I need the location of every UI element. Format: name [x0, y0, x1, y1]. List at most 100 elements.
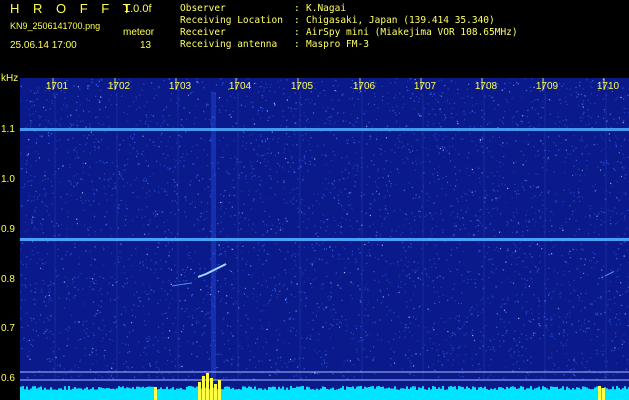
noise-speck	[385, 205, 387, 207]
noise-speck	[503, 111, 506, 113]
noise-speck	[453, 102, 456, 104]
noise-speck	[27, 153, 29, 155]
noise-speck	[93, 193, 95, 195]
band-bin	[608, 389, 610, 392]
noise-speck	[127, 137, 129, 139]
noise-speck	[312, 212, 314, 214]
noise-speck	[92, 322, 95, 325]
noise-speck	[458, 261, 461, 263]
noise-speck	[613, 117, 615, 120]
noise-speck	[21, 326, 23, 329]
noise-speck	[24, 231, 26, 233]
noise-speck	[120, 176, 122, 178]
noise-speck	[536, 243, 538, 245]
noise-speck	[618, 248, 620, 250]
noise-speck	[203, 298, 205, 300]
noise-speck	[130, 81, 132, 83]
noise-speck	[418, 101, 420, 103]
noise-speck	[95, 283, 97, 285]
band-bin	[476, 389, 478, 392]
noise-speck	[366, 143, 368, 145]
peak-bar	[198, 382, 201, 400]
noise-speck	[150, 114, 152, 116]
noise-speck	[146, 293, 148, 295]
noise-speck	[512, 282, 515, 284]
noise-speck	[622, 121, 624, 123]
noise-speck	[169, 354, 171, 356]
noise-speck	[97, 85, 99, 87]
noise-speck	[123, 272, 125, 274]
noise-speck	[342, 375, 344, 377]
noise-speck	[442, 138, 444, 140]
noise-speck	[293, 122, 296, 124]
noise-speck	[626, 306, 628, 308]
noise-speck	[224, 190, 226, 192]
noise-speck	[59, 364, 61, 366]
band-bin	[622, 388, 624, 392]
noise-speck	[463, 113, 465, 115]
noise-speck	[589, 102, 592, 104]
noise-speck	[484, 95, 486, 97]
noise-speck	[314, 372, 316, 374]
noise-speck	[453, 359, 455, 361]
noise-speck	[289, 192, 291, 194]
noise-speck	[507, 297, 509, 299]
noise-speck	[542, 334, 545, 336]
noise-speck	[154, 190, 156, 192]
noise-speck	[391, 161, 393, 163]
noise-speck	[101, 376, 103, 378]
noise-speck	[322, 258, 324, 261]
noise-speck	[576, 362, 578, 364]
noise-speck	[32, 100, 34, 103]
noise-speck	[274, 372, 276, 375]
peak-bar	[218, 380, 221, 400]
noise-speck	[540, 191, 543, 193]
noise-speck	[465, 199, 467, 201]
noise-speck	[137, 305, 139, 307]
noise-speck	[604, 311, 606, 314]
noise-speck	[231, 283, 233, 285]
noise-speck	[144, 291, 146, 293]
noise-speck	[41, 288, 43, 290]
noise-speck	[513, 251, 515, 253]
noise-speck	[386, 274, 388, 276]
noise-speck	[31, 219, 33, 221]
noise-speck	[32, 216, 34, 218]
noise-speck	[42, 180, 44, 182]
noise-speck	[269, 168, 271, 170]
band-bin	[290, 386, 292, 392]
noise-speck	[499, 248, 502, 250]
noise-speck	[51, 123, 53, 126]
noise-speck	[318, 333, 320, 335]
noise-speck	[98, 100, 101, 102]
noise-speck	[151, 82, 153, 84]
noise-speck	[76, 173, 78, 175]
noise-speck	[407, 143, 409, 145]
noise-speck	[247, 260, 249, 262]
noise-speck	[420, 115, 422, 117]
noise-speck	[416, 95, 418, 98]
noise-speck	[255, 342, 257, 344]
noise-speck	[98, 327, 100, 329]
noise-speck	[429, 113, 431, 115]
noise-speck	[134, 282, 136, 284]
noise-speck	[132, 136, 134, 138]
noise-speck	[267, 138, 269, 140]
noise-speck	[266, 86, 268, 88]
noise-speck	[232, 78, 235, 80]
noise-speck	[243, 304, 245, 307]
noise-speck	[394, 81, 396, 84]
noise-speck	[209, 293, 212, 296]
noise-speck	[99, 101, 101, 103]
noise-speck	[437, 360, 439, 362]
noise-speck	[438, 295, 440, 298]
noise-speck	[586, 327, 588, 329]
noise-speck	[30, 184, 32, 187]
noise-speck	[472, 329, 474, 331]
noise-speck	[251, 327, 253, 329]
noise-speck	[528, 173, 530, 175]
noise-speck	[286, 143, 288, 145]
noise-speck	[267, 117, 270, 119]
noise-speck	[160, 125, 162, 127]
noise-speck	[59, 181, 61, 183]
